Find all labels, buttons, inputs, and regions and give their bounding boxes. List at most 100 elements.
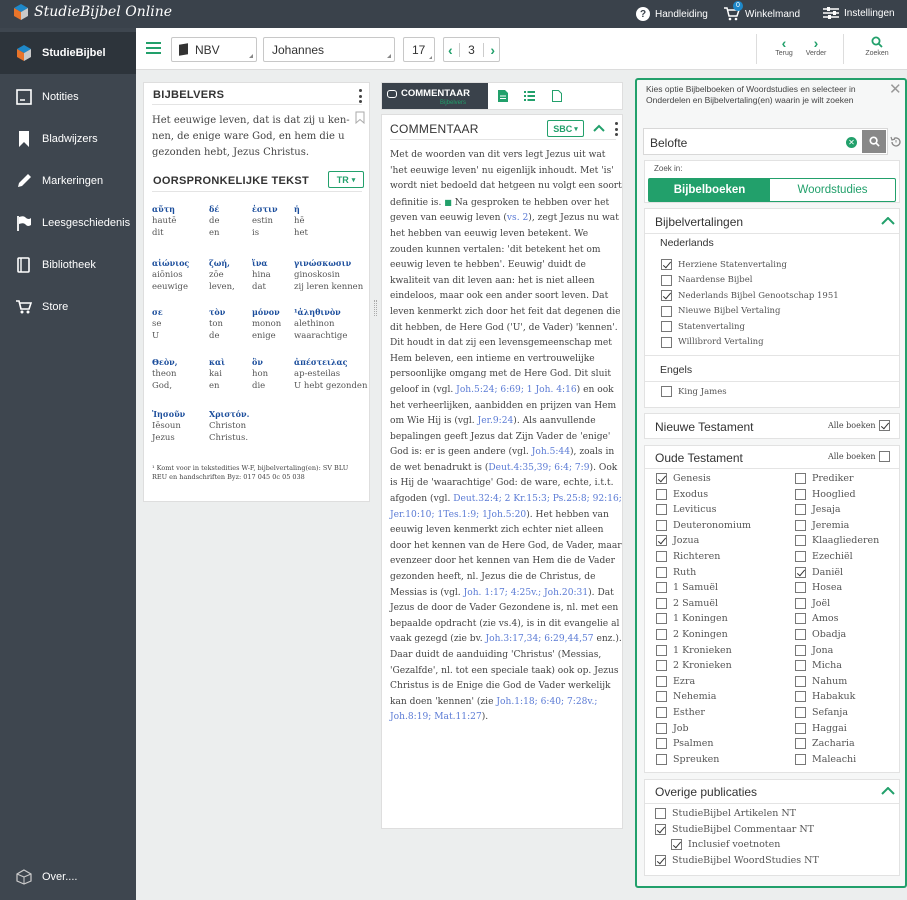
checkbox[interactable]	[795, 722, 806, 734]
interlinear-word[interactable]: Ἰησοῦν Iēsoun Jezus	[152, 408, 208, 444]
checkbox-option[interactable]: 1 Koningen	[656, 613, 728, 625]
tab-woordstudies[interactable]: Woordstudies	[770, 179, 895, 201]
checkbox[interactable]	[795, 566, 806, 578]
checkbox[interactable]	[656, 675, 667, 687]
sidebar-item-markeringen[interactable]: Markeringen	[0, 160, 136, 202]
checkbox-option[interactable]: Klaagliederen	[795, 535, 879, 547]
checkbox-option[interactable]: Prediker	[795, 473, 854, 484]
checkbox[interactable]	[656, 535, 667, 547]
checkbox-option[interactable]: 2 Koningen	[656, 629, 728, 640]
scripture-reference-link[interactable]: Deut.4:35,39; 6:4; 7:9	[488, 463, 589, 473]
checkbox-option[interactable]: Obadja	[795, 629, 846, 640]
checkbox-option[interactable]: Deuteronomium	[656, 519, 751, 531]
checkbox[interactable]	[656, 613, 667, 625]
settings-link[interactable]: Instellingen	[823, 7, 895, 19]
checkbox[interactable]	[656, 473, 667, 484]
checkbox-option[interactable]: Hooglied	[795, 488, 856, 500]
checkbox[interactable]	[661, 336, 672, 348]
checkbox[interactable]	[795, 597, 806, 609]
tab-bijbelboeken[interactable]: Bijbelboeken	[649, 179, 770, 201]
checkbox-option[interactable]: Amos	[795, 613, 838, 625]
close-icon[interactable]: ✕	[889, 82, 902, 97]
more-options-icon[interactable]	[359, 89, 363, 103]
checkbox-option[interactable]: Ezechiël	[795, 551, 853, 562]
checkbox[interactable]	[656, 629, 667, 640]
checkbox-option[interactable]: 2 Kronieken	[656, 660, 732, 672]
checkbox[interactable]	[661, 305, 672, 317]
checkbox-option[interactable]: Herziene Statenvertaling	[661, 259, 787, 270]
checkbox[interactable]	[656, 644, 667, 656]
checkbox-option[interactable]: StudieBijbel Artikelen NT	[655, 808, 796, 819]
checkbox-option[interactable]: Esther	[656, 707, 705, 718]
checkbox[interactable]	[656, 566, 667, 578]
checkbox[interactable]	[795, 707, 806, 718]
checkbox-option[interactable]: Ruth	[656, 566, 696, 578]
checkbox-option[interactable]: Inclusief voetnoten	[671, 839, 780, 850]
interlinear-word[interactable]: αἰώνιος aiōnios eeuwige	[152, 257, 208, 293]
interlinear-word[interactable]: Θεὸν, theon God,	[152, 356, 208, 392]
checkbox[interactable]	[795, 613, 806, 625]
checkbox[interactable]	[795, 504, 806, 516]
checkbox-option[interactable]: Sefanja	[795, 707, 848, 718]
checkbox[interactable]	[655, 854, 666, 866]
checkbox[interactable]	[656, 519, 667, 531]
checkbox-option[interactable]: Leviticus	[656, 504, 717, 516]
checkbox[interactable]	[656, 738, 667, 750]
checkbox-option[interactable]: Nehemia	[656, 691, 716, 703]
checkbox[interactable]	[795, 738, 806, 750]
cart-link[interactable]: 0 Winkelmand	[724, 1, 800, 21]
checkbox[interactable]	[795, 629, 806, 640]
checkbox[interactable]	[661, 321, 672, 332]
checkbox[interactable]	[656, 488, 667, 500]
checkbox[interactable]	[656, 504, 667, 516]
list-icon[interactable]	[524, 91, 535, 101]
checkbox[interactable]	[656, 753, 667, 765]
checkbox-option[interactable]: 1 Samuël	[656, 582, 718, 594]
checkbox-option[interactable]: Haggai	[795, 722, 847, 734]
tab-commentaar[interactable]: COMMENTAAR Bijbelvers	[382, 83, 488, 109]
checkbox[interactable]	[795, 691, 806, 703]
chevron-up-icon[interactable]	[593, 124, 605, 132]
checkbox[interactable]	[795, 519, 806, 531]
checkbox-option[interactable]: Job	[656, 722, 689, 734]
sidebar-item-bladwijzers[interactable]: Bladwijzers	[0, 118, 136, 160]
checkbox-option[interactable]: StudieBijbel Commentaar NT	[655, 823, 814, 835]
checkbox[interactable]	[656, 582, 667, 594]
scripture-reference-link[interactable]: Joh. 1:17; 4:25v.; Joh.20:31	[464, 588, 589, 598]
checkbox-option[interactable]: Genesis	[656, 473, 711, 484]
checkbox[interactable]	[655, 823, 666, 835]
checkbox[interactable]	[656, 722, 667, 734]
checkbox[interactable]	[795, 551, 806, 562]
commentary-source-select[interactable]: SBC ▾	[547, 120, 584, 137]
interlinear-word[interactable]: γινώσκωσιν ginoskosin zij leren kennen	[294, 257, 374, 293]
document-icon[interactable]	[498, 90, 508, 102]
checkbox-option[interactable]: Spreuken	[656, 753, 719, 765]
interlinear-word[interactable]: ¹ἀληθινὸν alethinon waarachtige	[294, 306, 374, 342]
sidebar-item-bibliotheek[interactable]: Bibliotheek	[0, 244, 136, 286]
interlinear-word[interactable]: ἀπέστειλας ap-esteilas U hebt gezonden	[294, 356, 374, 392]
sidebar-item-leesgeschiedenis[interactable]: Leesgeschiedenis	[0, 202, 136, 244]
checkbox-option[interactable]: 1 Kronieken	[656, 644, 732, 656]
sidebar-item-about[interactable]: Over....	[0, 856, 136, 898]
scripture-reference-link[interactable]: vs. 2	[507, 213, 528, 223]
more-options-icon[interactable]	[615, 122, 619, 136]
search-submit-button[interactable]	[862, 130, 886, 153]
checkbox[interactable]	[795, 753, 806, 765]
checkbox[interactable]	[661, 259, 672, 270]
checkbox-option[interactable]: Nahum	[795, 675, 847, 687]
verse-stepper[interactable]: ‹ 3 ›	[443, 37, 500, 62]
interlinear-word[interactable]: ἡ hē het	[294, 203, 374, 239]
checkbox[interactable]	[795, 582, 806, 594]
note-marker-icon[interactable]: ■	[444, 198, 452, 207]
checkbox[interactable]	[795, 644, 806, 656]
checkbox-option[interactable]: Jozua	[656, 535, 699, 547]
search-input[interactable]: Belofte ✕	[643, 128, 888, 155]
ot-all-books-toggle[interactable]: Alle boeken	[828, 451, 890, 462]
chevron-up-icon[interactable]	[881, 787, 895, 795]
search-button[interactable]: Zoeken	[859, 36, 895, 57]
clear-icon[interactable]: ✕	[846, 137, 857, 148]
checkbox[interactable]	[795, 675, 806, 687]
checkbox[interactable]	[661, 290, 672, 301]
checkbox-option[interactable]: Psalmen	[656, 738, 713, 750]
checkbox-option[interactable]: 2 Samuël	[656, 597, 718, 609]
